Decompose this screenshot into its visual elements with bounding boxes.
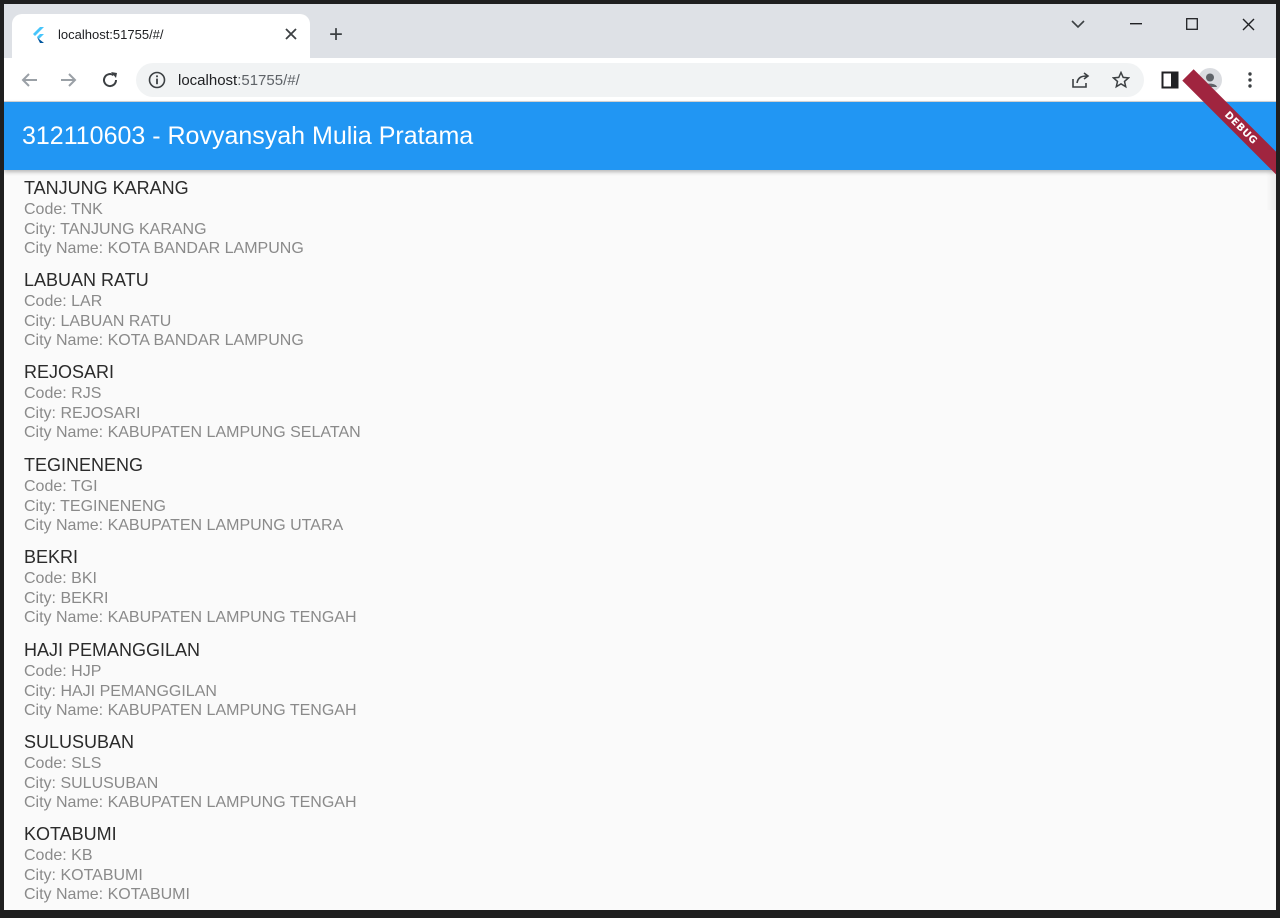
station-city: City: TEGINENENG <box>24 497 166 515</box>
tab-search-chevron-icon[interactable] <box>1056 8 1100 40</box>
list-item: REJOSARI Code: RJS City: REJOSARI City N… <box>24 362 361 443</box>
list-item: TANJUNG KARANG Code: TNK City: TANJUNG K… <box>24 178 304 259</box>
forward-arrow-icon[interactable] <box>52 64 84 96</box>
flutter-favicon-icon <box>32 27 46 43</box>
station-city-name: City Name: KOTA BANDAR LAMPUNG <box>24 332 304 349</box>
station-city: City: SULUSUBAN <box>24 774 159 792</box>
station-city-name: City Name: KABUPATEN LAMPUNG TENGAH <box>24 702 357 719</box>
new-tab-button[interactable]: + <box>322 21 350 49</box>
station-city-name: City Name: KOTABUMI <box>24 886 190 903</box>
station-code: Code: BKI <box>24 570 97 587</box>
close-window-icon[interactable] <box>1226 8 1270 40</box>
station-city: City: LABUAN RATU <box>24 312 172 330</box>
station-code: Code: LAR <box>24 293 103 310</box>
scroll-shadow <box>1266 170 1276 210</box>
station-code: Code: SLS <box>24 755 102 772</box>
station-city-name: City Name: KABUPATEN LAMPUNG SELATAN <box>24 424 361 441</box>
station-city: City: TANJUNG KARANG <box>24 220 207 238</box>
list-item: SULUSUBAN Code: SLS City: SULUSUBAN City… <box>24 732 357 813</box>
url-text: localhost:51755/#/ <box>178 72 300 89</box>
minimize-icon[interactable] <box>1114 8 1158 40</box>
kebab-menu-icon[interactable] <box>1234 64 1266 96</box>
station-city: City: BEKRI <box>24 589 109 607</box>
station-name: BEKRI <box>24 547 79 567</box>
station-city: City: HAJI PEMANGGILAN <box>24 682 217 700</box>
station-code: Code: KB <box>24 847 93 864</box>
station-city-name: City Name: KOTA BANDAR LAMPUNG <box>24 240 304 257</box>
station-city: City: KOTABUMI <box>24 866 143 884</box>
station-code: Code: HJP <box>24 663 102 680</box>
station-code: Code: TGI <box>24 478 98 495</box>
list-item: BEKRI Code: BKI City: BEKRI City Name: K… <box>24 547 357 628</box>
site-info-icon[interactable] <box>148 71 166 89</box>
station-city-name: City Name: KABUPATEN LAMPUNG UTARA <box>24 517 344 534</box>
station-code: Code: TNK <box>24 201 103 218</box>
station-name: TEGINENENG <box>24 455 144 475</box>
maximize-icon[interactable] <box>1170 8 1214 40</box>
url-host: localhost <box>178 72 238 89</box>
station-city-name: City Name: KABUPATEN LAMPUNG TENGAH <box>24 794 357 811</box>
address-bar[interactable]: localhost:51755/#/ <box>136 63 1144 97</box>
desktop-edge <box>0 910 1280 918</box>
bookmark-star-icon[interactable] <box>1108 67 1134 93</box>
list-item: TEGINENENG Code: TGI City: TEGINENENG Ci… <box>24 455 343 536</box>
browser-window: localhost:51755/#/ + localhost:51755/#/ … <box>4 4 1276 914</box>
share-icon[interactable] <box>1068 67 1094 93</box>
list-item: LABUAN RATU Code: LAR City: LABUAN RATU … <box>24 270 304 351</box>
list-item: KOTABUMI Code: KB City: KOTABUMI City Na… <box>24 824 190 905</box>
station-code: Code: RJS <box>24 385 102 402</box>
station-city: City: REJOSARI <box>24 404 141 422</box>
tab-close-icon[interactable] <box>280 23 302 45</box>
back-arrow-icon[interactable] <box>14 64 46 96</box>
reload-icon[interactable] <box>94 64 126 96</box>
browser-tab[interactable]: localhost:51755/#/ <box>12 14 310 58</box>
url-path: :51755/#/ <box>237 72 300 89</box>
station-name: KOTABUMI <box>24 824 117 844</box>
station-name: HAJI PEMANGGILAN <box>24 640 201 660</box>
page-title: 312110603 - Rovyansyah Mulia Pratama <box>22 122 474 150</box>
app-bar: 312110603 - Rovyansyah Mulia Pratama DEB… <box>4 69 1276 187</box>
browser-toolbar: localhost:51755/#/ <box>4 58 1276 102</box>
station-city-name: City Name: KABUPATEN LAMPUNG TENGAH <box>24 609 357 626</box>
station-name: SULUSUBAN <box>24 732 135 752</box>
tab-strip: localhost:51755/#/ + <box>4 4 1276 58</box>
list-item: HAJI PEMANGGILAN Code: HJP City: HAJI PE… <box>24 640 357 721</box>
tab-title: localhost:51755/#/ <box>58 27 164 42</box>
station-list: TANJUNG KARANG Code: TNK City: TANJUNG K… <box>4 170 1276 914</box>
station-name: LABUAN RATU <box>24 270 149 290</box>
station-name: TANJUNG KARANG <box>24 178 189 198</box>
station-name: REJOSARI <box>24 362 115 382</box>
